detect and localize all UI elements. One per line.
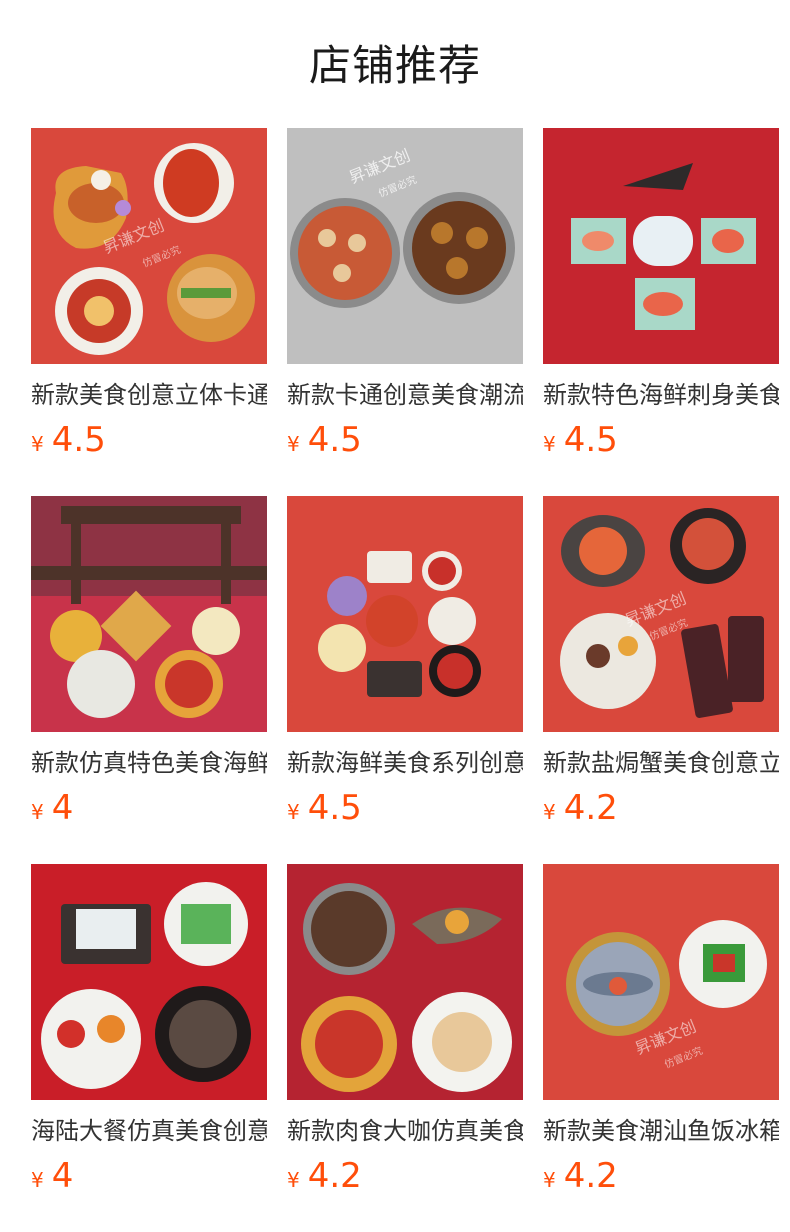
product-price: ¥4 [31, 786, 267, 830]
food-magnets-illustration [318, 551, 481, 697]
product-card[interactable]: 昇谦文创 仿冒必究 新款盐焗蟹美食创意立 ¥4.2 [543, 496, 779, 830]
product-card[interactable]: 昇谦文创 仿冒必究 新款卡通创意美食潮流 ¥4.5 [287, 128, 523, 462]
price-value: 4.5 [51, 420, 106, 460]
product-price: ¥4.5 [287, 786, 523, 830]
product-name[interactable]: 新款海鲜美食系列创意 [287, 746, 523, 780]
food-magnets-illustration [31, 496, 267, 718]
food-magnets-illustration [566, 920, 767, 1036]
product-image[interactable]: 昇谦文创 仿冒必究 [31, 128, 267, 364]
currency-symbol: ¥ [31, 800, 44, 824]
product-image[interactable]: 昇谦文创 仿冒必究 [543, 864, 779, 1100]
product-image[interactable] [543, 128, 779, 364]
product-name[interactable]: 新款盐焗蟹美食创意立 [543, 746, 779, 780]
product-price: ¥4.2 [287, 1154, 523, 1198]
food-magnets-illustration [571, 163, 756, 330]
product-image[interactable] [287, 864, 523, 1100]
product-card[interactable]: 新款海鲜美食系列创意 ¥4.5 [287, 496, 523, 830]
price-value: 4.2 [563, 1156, 618, 1196]
currency-symbol: ¥ [287, 1168, 300, 1192]
food-magnets-illustration [41, 882, 251, 1089]
food-magnets-illustration [301, 883, 512, 1092]
price-value: 4.5 [563, 420, 618, 460]
price-value: 4 [51, 1156, 74, 1196]
price-value: 4.5 [307, 788, 362, 828]
product-name[interactable]: 新款仿真特色美食海鲜 [31, 746, 267, 780]
product-card[interactable]: 海陆大餐仿真美食创意 ¥4 [31, 864, 267, 1198]
product-name[interactable]: 海陆大餐仿真美食创意 [31, 1114, 267, 1148]
food-magnets-illustration [53, 143, 255, 355]
product-name[interactable]: 新款肉食大咖仿真美食 [287, 1114, 523, 1148]
product-image[interactable]: 昇谦文创 仿冒必究 [543, 496, 779, 732]
product-card[interactable]: 昇谦文创 仿冒必究 新款美食创意立体卡通 ¥4.5 [31, 128, 267, 462]
product-price: ¥4.5 [287, 418, 523, 462]
product-card[interactable]: 新款仿真特色美食海鲜 ¥4 [31, 496, 267, 830]
product-image[interactable] [31, 864, 267, 1100]
product-price: ¥4 [31, 1154, 267, 1198]
product-price: ¥4.2 [543, 786, 779, 830]
currency-symbol: ¥ [287, 432, 300, 456]
product-image[interactable]: 昇谦文创 仿冒必究 [287, 128, 523, 364]
product-price: ¥4.5 [543, 418, 779, 462]
product-price: ¥4.5 [31, 418, 267, 462]
price-value: 4.5 [307, 420, 362, 460]
price-value: 4 [51, 788, 74, 828]
product-card[interactable]: 新款肉食大咖仿真美食 ¥4.2 [287, 864, 523, 1198]
currency-symbol: ¥ [543, 800, 556, 824]
currency-symbol: ¥ [31, 432, 44, 456]
product-card[interactable]: 新款特色海鲜刺身美食 ¥4.5 [543, 128, 779, 462]
product-image[interactable] [31, 496, 267, 732]
product-card[interactable]: 昇谦文创 仿冒必究 新款美食潮汕鱼饭冰箱 ¥4.2 [543, 864, 779, 1198]
product-name[interactable]: 新款美食创意立体卡通 [31, 378, 267, 412]
currency-symbol: ¥ [31, 1168, 44, 1192]
product-name[interactable]: 新款特色海鲜刺身美食 [543, 378, 779, 412]
currency-symbol: ¥ [543, 432, 556, 456]
currency-symbol: ¥ [543, 1168, 556, 1192]
price-value: 4.2 [307, 1156, 362, 1196]
page-title: 店铺推荐 [308, 41, 481, 90]
product-price: ¥4.2 [543, 1154, 779, 1198]
currency-symbol: ¥ [287, 800, 300, 824]
product-image[interactable] [287, 496, 523, 732]
product-name[interactable]: 新款美食潮汕鱼饭冰箱 [543, 1114, 779, 1148]
product-name[interactable]: 新款卡通创意美食潮流 [287, 378, 523, 412]
price-value: 4.2 [563, 788, 618, 828]
